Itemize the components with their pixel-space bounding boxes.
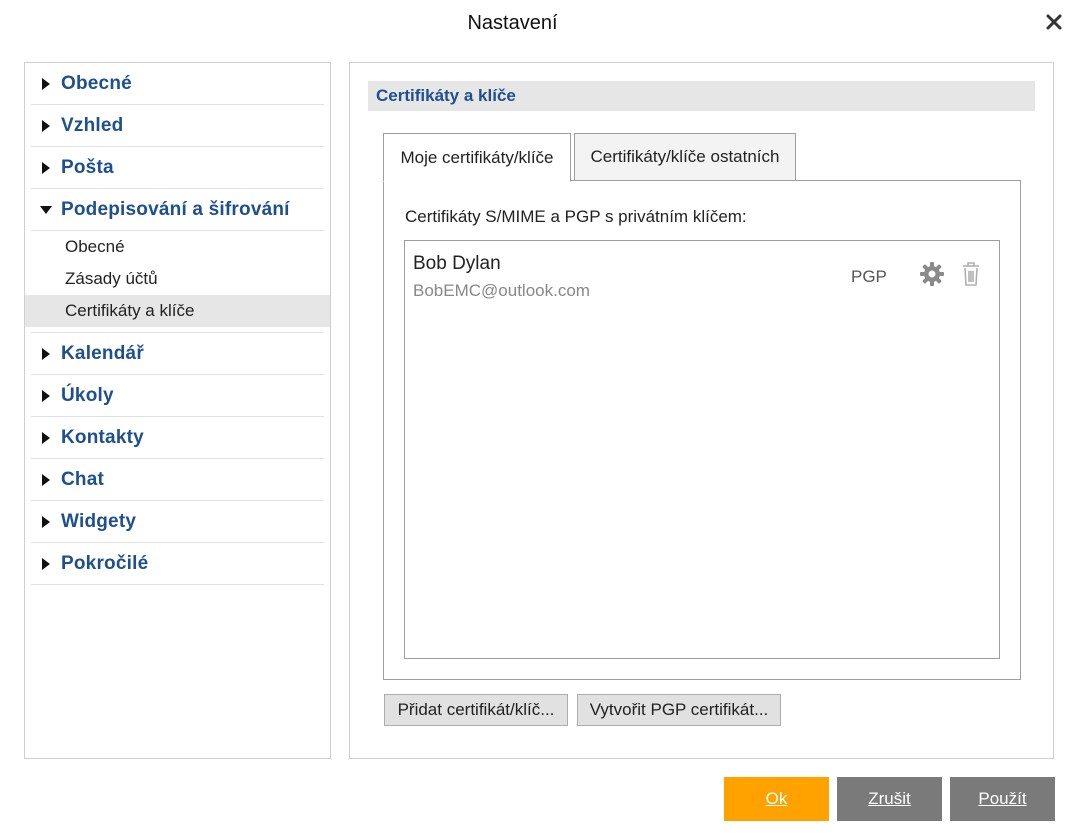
expand-arrow-icon (31, 161, 61, 174)
expand-arrow-icon (31, 77, 61, 90)
expand-arrow-icon (31, 473, 61, 486)
certificate-name: Bob Dylan (413, 253, 501, 274)
sidebar-section-tasks[interactable]: Úkoly (31, 375, 324, 417)
create-pgp-certificate-button[interactable]: Vytvořit PGP certifikát... (577, 694, 781, 726)
sidebar-section-mail[interactable]: Pošta (31, 147, 324, 189)
expand-arrow-icon (31, 557, 61, 570)
sidebar-item-certificates-keys[interactable]: Certifikáty a klíče (25, 295, 330, 327)
sidebar-section-chat[interactable]: Chat (31, 459, 324, 501)
close-icon (1046, 14, 1062, 30)
sidebar-section-label: Obecné (61, 72, 132, 94)
expand-arrow-icon (31, 389, 61, 402)
dialog-title: Nastavení (467, 12, 558, 34)
settings-sidebar: Obecné Vzhled Pošta Podepisování a šifro… (24, 62, 331, 759)
section-title: Certifikáty a klíče (368, 81, 1035, 111)
sidebar-section-general[interactable]: Obecné (31, 63, 324, 105)
sidebar-section-label: Kontakty (61, 426, 144, 448)
add-certificate-button[interactable]: Přidat certifikát/klíč... (384, 694, 568, 726)
trash-icon[interactable] (961, 261, 981, 287)
sidebar-section-label: Pošta (61, 156, 114, 178)
tab-my-certificates[interactable]: Moje certifikáty/klíče (383, 133, 571, 182)
sidebar-item-account-policies[interactable]: Zásady účtů (25, 263, 330, 295)
certificate-email: BobEMC@outlook.com (413, 281, 590, 300)
sidebar-section-label: Úkoly (61, 384, 114, 406)
apply-button[interactable]: Použít (950, 777, 1055, 821)
certificate-row[interactable]: Bob Dylan BobEMC@outlook.com PGP (405, 241, 999, 305)
sidebar-item-signing-general[interactable]: Obecné (25, 231, 330, 263)
sidebar-section-label: Podepisování a šifrování (61, 198, 290, 220)
certificate-list-caption: Certifikáty S/MIME a PGP s privátním klí… (405, 207, 747, 226)
tab-others-certificates[interactable]: Certifikáty/klíče ostatních (574, 133, 796, 181)
tab-pane-my-certificates: Certifikáty S/MIME a PGP s privátním klí… (383, 180, 1021, 680)
sidebar-section-calendar[interactable]: Kalendář (31, 333, 324, 375)
sidebar-section-appearance[interactable]: Vzhled (31, 105, 324, 147)
sidebar-section-label: Pokročilé (61, 552, 149, 574)
sidebar-section-label: Vzhled (61, 114, 124, 136)
sidebar-section-advanced[interactable]: Pokročilé (31, 543, 324, 585)
ok-button[interactable]: Ok (724, 777, 829, 821)
collapse-arrow-icon (31, 205, 61, 215)
settings-main-panel: Certifikáty a klíče Moje certifikáty/klí… (349, 62, 1054, 759)
expand-arrow-icon (31, 431, 61, 444)
sidebar-section-contacts[interactable]: Kontakty (31, 417, 324, 459)
gear-icon[interactable] (919, 261, 945, 287)
expand-arrow-icon (31, 347, 61, 360)
sidebar-section-label: Kalendář (61, 342, 144, 364)
certificate-type: PGP (851, 267, 887, 286)
expand-arrow-icon (31, 119, 61, 132)
sidebar-section-label: Widgety (61, 510, 137, 532)
expand-arrow-icon (31, 515, 61, 528)
sidebar-section-label: Chat (61, 468, 105, 490)
cancel-button[interactable]: Zrušit (837, 777, 942, 821)
sidebar-section-widgets[interactable]: Widgety (31, 501, 324, 543)
close-button[interactable] (1040, 8, 1068, 36)
sidebar-section-signing-encryption[interactable]: Podepisování a šifrování (31, 189, 324, 231)
certificate-list[interactable]: Bob Dylan BobEMC@outlook.com PGP (404, 240, 1000, 659)
